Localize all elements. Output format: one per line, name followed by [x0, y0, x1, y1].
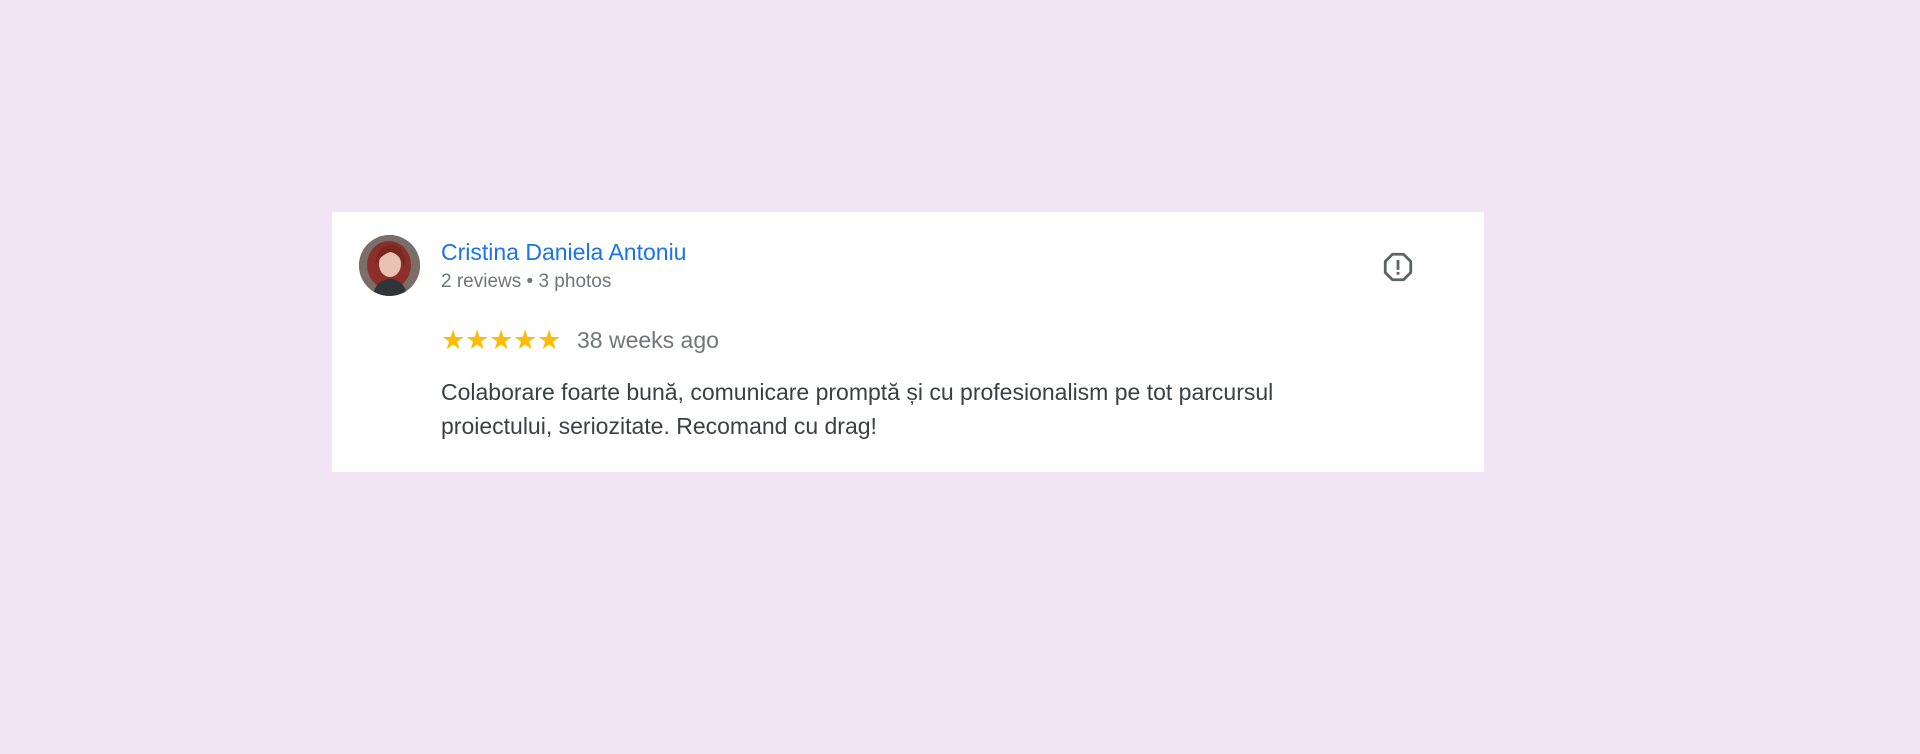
report-icon[interactable] — [1381, 250, 1415, 284]
rating-row: ★ ★ ★ ★ ★ 38 weeks ago — [441, 323, 719, 357]
avatar-photo-icon — [359, 235, 420, 296]
star-icon: ★ — [465, 324, 490, 356]
star-icon: ★ — [513, 324, 538, 356]
star-icon: ★ — [441, 324, 466, 356]
author-name[interactable]: Cristina Daniela Antoniu — [441, 239, 686, 266]
star-icon: ★ — [537, 324, 562, 356]
author-meta: 2 reviews • 3 photos — [441, 271, 612, 292]
star-icon: ★ — [489, 324, 514, 356]
review-time: 38 weeks ago — [577, 326, 719, 353]
review-card: Cristina Daniela Antoniu 2 reviews • 3 p… — [332, 212, 1484, 472]
avatar[interactable] — [359, 235, 420, 296]
review-text: Colaborare foarte bună, comunicare promp… — [441, 379, 1274, 439]
star-rating: ★ ★ ★ ★ ★ — [441, 327, 561, 354]
